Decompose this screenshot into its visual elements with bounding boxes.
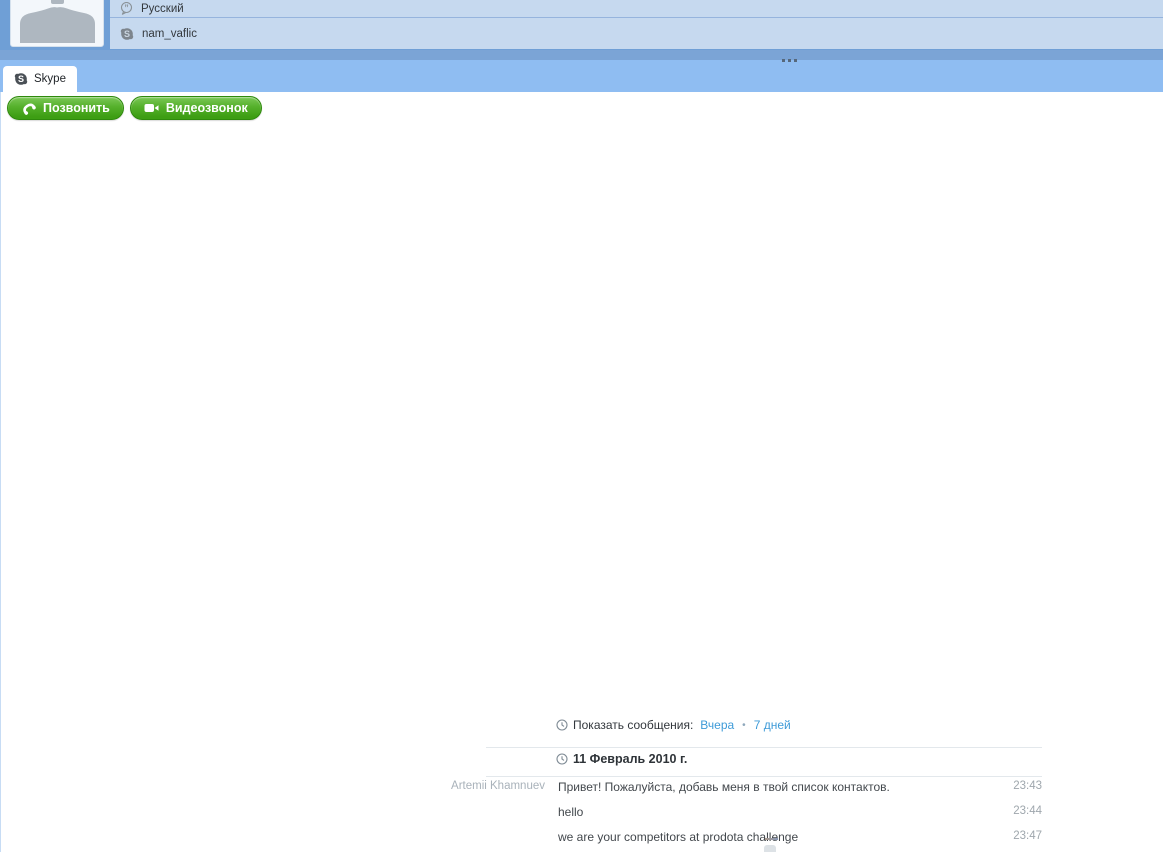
- message-author: [0, 804, 545, 805]
- mood-message-text: Русский: [141, 2, 184, 15]
- clock-icon: [556, 753, 568, 765]
- message-text: Привет! Пожалуйста, добавь меня в твой с…: [558, 780, 890, 794]
- message-list: Artemii Khamnuev Привет! Пожалуйста, доб…: [0, 779, 1042, 852]
- speech-bubble-icon: ”: [120, 1, 133, 16]
- avatar-silhouette-icon: [20, 0, 95, 43]
- conversation-area: Позвонить Видеозвонок: [0, 92, 1163, 852]
- avatar[interactable]: [10, 0, 104, 47]
- video-camera-icon: [144, 102, 159, 114]
- phone-icon: [21, 101, 36, 115]
- tab-label: Skype: [34, 73, 66, 85]
- tab-skype[interactable]: S Skype: [3, 66, 77, 92]
- show-messages-row: Показать сообщения: Вчера • 7 дней: [556, 718, 791, 732]
- message-row: hello 23:44: [0, 804, 1042, 829]
- message-author: Artemii Khamnuev: [451, 780, 545, 792]
- svg-text:”: ”: [124, 3, 129, 13]
- skype-name-row[interactable]: S nam_vaflic: [110, 17, 1163, 49]
- link-separator: •: [742, 719, 746, 731]
- message-row: Artemii Khamnuev Привет! Пожалуйста, доб…: [0, 779, 1042, 804]
- message-time: 23:43: [1013, 780, 1042, 792]
- splitter-handle[interactable]: [781, 58, 798, 63]
- call-button-label: Позвонить: [43, 101, 110, 115]
- date-header-text: 11 Февраль 2010 г.: [573, 752, 688, 766]
- show-yesterday-link[interactable]: Вчера: [700, 718, 734, 732]
- message-time: 23:44: [1013, 805, 1042, 817]
- history-divider: [486, 776, 1042, 777]
- skype-window: ” Русский S nam_vaflic S Skype Позвонить…: [0, 0, 1163, 852]
- show-7days-link[interactable]: 7 дней: [754, 718, 791, 732]
- message-author: [0, 829, 545, 830]
- video-call-button[interactable]: Видеозвонок: [129, 96, 262, 120]
- message-time: 23:47: [1013, 830, 1042, 842]
- mood-message-row[interactable]: ” Русский: [110, 0, 1163, 17]
- skype-tab-icon: S: [14, 72, 28, 86]
- skype-icon: S: [120, 27, 134, 41]
- profile-header: ” Русский S nam_vaflic: [0, 0, 1163, 50]
- message-text: we are your competitors at prodota chall…: [558, 830, 799, 844]
- skype-name-text: nam_vaflic: [142, 27, 197, 40]
- show-messages-label: Показать сообщения:: [573, 718, 694, 732]
- header-separator-strip: [0, 50, 1163, 60]
- history-divider: [486, 747, 1042, 748]
- message-row: we are your competitors at prodota chall…: [0, 829, 1042, 852]
- date-header-row: 11 Февраль 2010 г.: [556, 752, 687, 766]
- call-button[interactable]: Позвонить: [7, 96, 124, 120]
- svg-text:S: S: [124, 29, 130, 39]
- cutoff-icon-fragment: [765, 838, 778, 840]
- tab-bar: S Skype: [0, 58, 1163, 92]
- message-text: hello: [558, 805, 584, 819]
- cutoff-icon-fragment: [764, 845, 776, 852]
- video-call-button-label: Видеозвонок: [165, 101, 248, 115]
- profile-detail-rows: ” Русский S nam_vaflic: [110, 0, 1163, 49]
- clock-icon: [556, 719, 568, 731]
- call-toolbar: Позвонить Видеозвонок: [1, 92, 1163, 120]
- svg-text:S: S: [18, 74, 24, 84]
